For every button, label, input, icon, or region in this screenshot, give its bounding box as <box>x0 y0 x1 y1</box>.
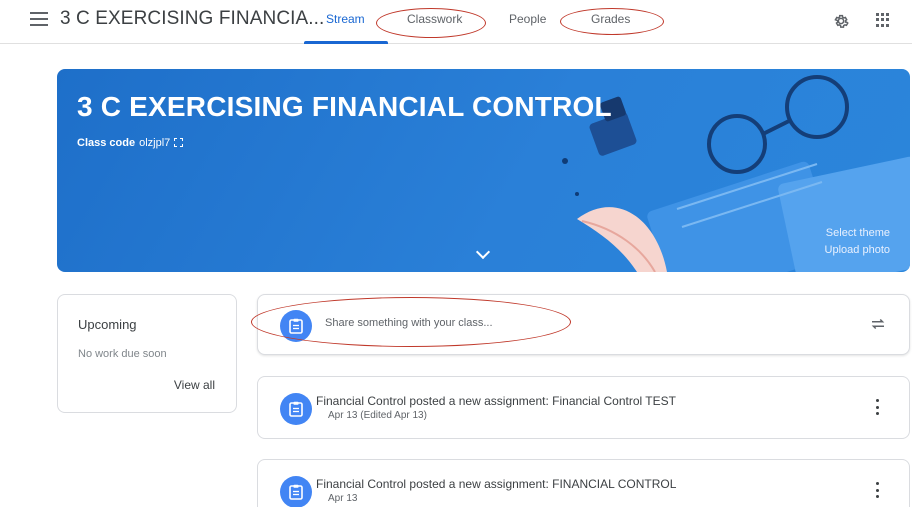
select-theme-link[interactable]: Select theme <box>826 227 890 239</box>
view-all-link[interactable]: View all <box>174 378 215 392</box>
stream-post[interactable]: Financial Control posted a new assignmen… <box>257 376 910 439</box>
post-author: Financial Control <box>316 394 407 408</box>
post-text: posted a new assignment: Financial Contr… <box>409 394 676 408</box>
class-code: Class code olzjpl7 <box>77 137 184 149</box>
menu-icon[interactable] <box>30 12 48 28</box>
class-code-value: olzjpl7 <box>139 137 171 149</box>
post-author: Financial Control <box>316 477 407 491</box>
top-bar: 3 C EXERCISING FINANCIA... Stream Classw… <box>0 0 912 44</box>
fullscreen-icon[interactable] <box>174 138 184 147</box>
assignment-avatar <box>280 476 312 507</box>
repost-icon[interactable] <box>869 315 887 333</box>
assignment-icon <box>289 318 303 334</box>
class-title[interactable]: 3 C EXERCISING FINANCIA... <box>60 8 324 30</box>
post-title: Financial Control posted a new assignmen… <box>316 394 676 408</box>
class-code-label: Class code <box>77 137 136 149</box>
active-tab-indicator <box>304 41 388 44</box>
more-options-icon[interactable] <box>876 482 880 498</box>
stream-post[interactable]: Financial Control posted a new assignmen… <box>257 459 910 507</box>
assignment-avatar <box>280 393 312 425</box>
banner-title: 3 C EXERCISING FINANCIAL CONTROL <box>77 91 612 122</box>
tab-grades[interactable]: Grades <box>591 12 630 26</box>
upload-photo-link[interactable]: Upload photo <box>825 244 890 256</box>
post-date: Apr 13 <box>328 493 358 504</box>
assignment-icon <box>289 484 303 500</box>
upcoming-card: Upcoming No work due soon View all <box>57 294 237 413</box>
post-date: Apr 13 (Edited Apr 13) <box>328 410 427 421</box>
assignment-icon <box>289 401 303 417</box>
apps-grid-icon[interactable] <box>876 13 890 27</box>
upcoming-title: Upcoming <box>78 317 137 332</box>
share-box[interactable] <box>257 294 910 355</box>
assignment-avatar <box>280 310 312 342</box>
class-banner: 3 C EXERCISING FINANCIAL CONTROL Class c… <box>57 69 910 272</box>
tab-classwork[interactable]: Classwork <box>407 12 462 26</box>
share-input[interactable] <box>325 317 845 329</box>
post-text: posted a new assignment: FINANCIAL CONTR… <box>409 477 677 491</box>
upcoming-empty-text: No work due soon <box>78 348 167 360</box>
more-options-icon[interactable] <box>876 399 880 415</box>
tab-stream[interactable]: Stream <box>326 12 365 26</box>
post-title: Financial Control posted a new assignmen… <box>316 477 676 491</box>
gear-icon[interactable] <box>832 12 850 30</box>
tab-people[interactable]: People <box>509 12 546 26</box>
